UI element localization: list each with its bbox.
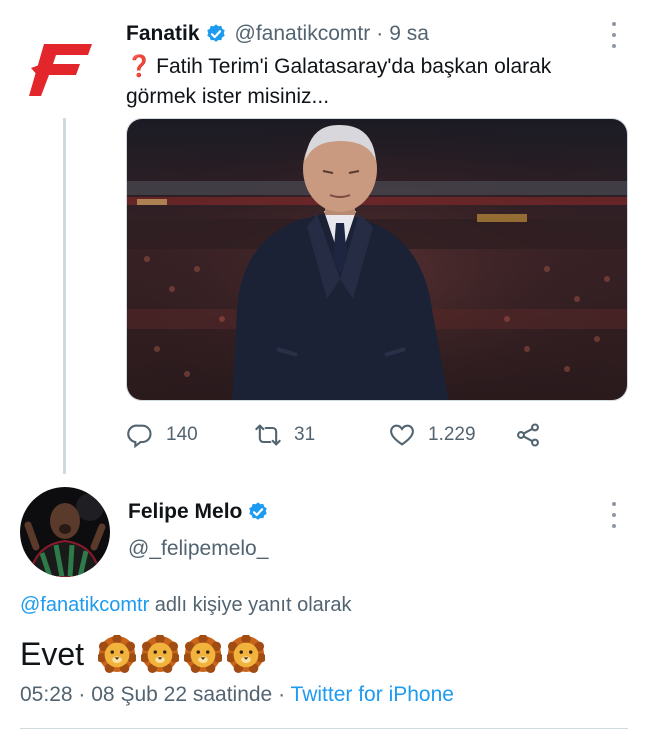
share-icon	[517, 423, 539, 447]
like-button[interactable]: 1.229	[388, 418, 476, 452]
author-handle[interactable]: @fanatikcomtr	[235, 22, 371, 46]
tweet-body: Fatih Terim'i Galatasaray'da başkan olar…	[126, 55, 552, 108]
reply-author-name-row: Felipe Melo	[128, 500, 277, 524]
author-name[interactable]: Fanatik	[126, 22, 200, 46]
tweet-metadata: 05:28 · 08 Şub 22 saatinde · Twitter for…	[20, 683, 454, 707]
verified-badge-icon	[249, 502, 268, 520]
share-button[interactable]	[514, 418, 554, 452]
retweet-icon	[255, 424, 281, 446]
tweet-time[interactable]: 9 sa	[389, 22, 429, 46]
verified-badge-icon	[206, 24, 225, 42]
lion-face-icon	[141, 635, 180, 673]
reply-text: Evet	[20, 632, 270, 676]
meta-separator: ·	[78, 683, 86, 706]
reply-author-name[interactable]: Felipe Melo	[128, 500, 242, 524]
more-options-icon[interactable]	[609, 22, 619, 48]
fanatik-logo-icon	[29, 44, 92, 96]
reply-date[interactable]: 08 Şub 22 saatinde	[91, 683, 272, 706]
replying-to: @fanatikcomtr adlı kişiye yanıt olarak	[20, 594, 352, 617]
reply-mention-link[interactable]: @fanatikcomtr	[20, 594, 149, 616]
thread-connector-line	[63, 118, 66, 474]
reply-body: Evet	[20, 635, 85, 672]
more-options-icon[interactable]	[609, 502, 619, 528]
profile-photo-icon	[20, 487, 110, 577]
retweet-button[interactable]: 31	[254, 418, 315, 452]
red-question-mark-icon: ❓	[126, 55, 153, 78]
reply-count: 140	[166, 424, 198, 445]
lion-face-icon	[184, 635, 223, 673]
tweet-media-photo[interactable]	[126, 118, 628, 401]
fanatik-avatar[interactable]	[24, 30, 100, 106]
reply-button[interactable]: 140	[126, 418, 198, 452]
reply-author-handle[interactable]: @_felipemelo_	[128, 537, 268, 561]
header-separator: ·	[376, 22, 384, 45]
tweet-source-link[interactable]: Twitter for iPhone	[291, 683, 454, 706]
tweet-actions: 140 31 1.229	[126, 418, 626, 452]
like-count: 1.229	[428, 424, 476, 445]
divider	[20, 728, 628, 729]
reply-suffix: adlı kişiye yanıt olarak	[154, 594, 352, 616]
reply-icon	[127, 424, 152, 449]
lion-face-icon	[98, 635, 137, 673]
felipe-melo-avatar[interactable]	[20, 487, 110, 577]
retweet-count: 31	[294, 424, 316, 445]
tweet-text: ❓ Fatih Terim'i Galatasaray'da başkan ola…	[126, 52, 606, 112]
lion-face-icon	[227, 635, 266, 673]
heart-icon	[390, 424, 414, 446]
meta-separator: ·	[278, 683, 286, 706]
reply-time[interactable]: 05:28	[20, 683, 73, 706]
tweet-header: Fanatik @fanatikcomtr · 9 sa	[126, 20, 429, 48]
